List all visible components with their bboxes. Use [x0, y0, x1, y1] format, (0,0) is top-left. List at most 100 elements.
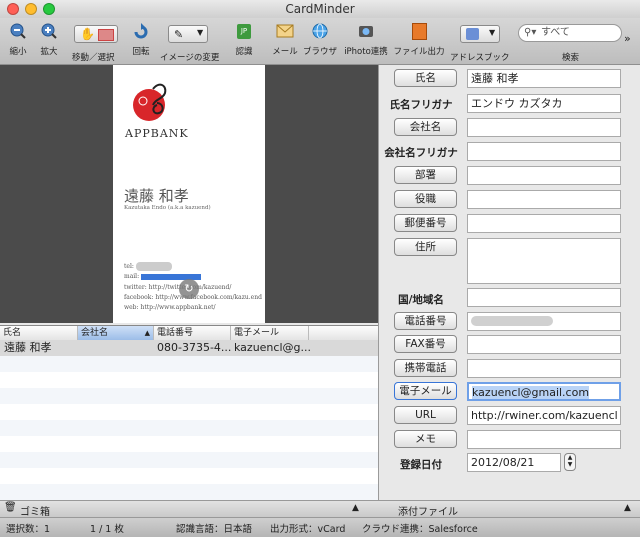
enlarge-button[interactable]: 拡大 [36, 22, 62, 62]
recognize-button[interactable]: JP 認識 [231, 22, 257, 62]
job-title-button[interactable]: 役職 [394, 190, 457, 208]
name-button[interactable]: 氏名 [394, 69, 457, 87]
mobile-button[interactable]: 携帯電話 [394, 359, 457, 377]
email-field[interactable]: kazuencl@gmail.com [467, 382, 621, 401]
toolbar-overflow-icon[interactable]: » [624, 32, 631, 45]
memo-button[interactable]: メモ [394, 430, 457, 448]
collapse-icon[interactable]: ▲ [352, 503, 359, 513]
bottom-bar: 🗑 ゴミ箱 ▲ 添付ファイル ▲ [0, 500, 640, 518]
date-stepper[interactable]: ▲ ▼ [564, 453, 576, 471]
registration-date-label: 登録日付 [400, 459, 442, 471]
shrink-button[interactable]: 縮小 [5, 22, 31, 62]
email-button[interactable]: 電子メール [394, 382, 457, 400]
column-email[interactable]: 電子メール [231, 326, 309, 340]
department-field[interactable] [467, 166, 621, 185]
rotate-button[interactable]: 回転 [128, 22, 154, 62]
company-button[interactable]: 会社名 [394, 118, 457, 136]
empty-row [0, 484, 378, 500]
fax-button[interactable]: FAX番号 [394, 335, 457, 353]
row-company [81, 340, 153, 356]
file-output-button[interactable]: ファイル出力 [394, 22, 445, 62]
empty-row [0, 356, 378, 372]
job-title-field[interactable] [467, 190, 621, 209]
empty-row [0, 420, 378, 436]
page-count: 1 / 1 枚 [90, 524, 124, 535]
image-change-label: イメージの変更 [160, 53, 220, 63]
registration-date-field[interactable]: 2012/08/21 [467, 453, 561, 472]
column-phone[interactable]: 電話番号 [154, 326, 231, 340]
memo-field[interactable] [467, 430, 621, 449]
country-field[interactable] [467, 288, 621, 307]
url-field[interactable]: http://rwiner.com/kazuencl [467, 406, 621, 425]
address-book-label: アドレスブック [450, 53, 510, 63]
rotate-overlay-icon[interactable]: ↻ [179, 279, 199, 299]
empty-row [0, 452, 378, 468]
empty-row [0, 388, 378, 404]
mail-button[interactable]: メール [272, 22, 298, 62]
attachments-label[interactable]: 添付ファイル [398, 503, 458, 518]
fax-field[interactable] [467, 335, 621, 354]
image-change-popup[interactable]: ✎ ▼ [168, 25, 208, 43]
browser-button[interactable]: ブラウザ [302, 22, 338, 62]
address-book-icon [466, 28, 479, 40]
selection-count: 選択数：1 [6, 524, 51, 535]
status-bar: 選択数：1 1 / 1 枚 認識言語：日本語 出力形式：vCard クラウド連携… [0, 517, 640, 537]
globe-icon [310, 22, 330, 40]
image-edit-icon: ✎ [174, 28, 184, 41]
card-twitter: twitter: http://twitter.com/kazuend/ [124, 284, 232, 291]
country-label: 国/地域名 [398, 294, 444, 306]
cloud-link: クラウド連携：Salesforce [362, 524, 478, 535]
name-kana-field[interactable]: エンドウ カズタカ [467, 94, 621, 113]
zoom-out-icon [8, 22, 28, 40]
sort-ascending-icon: ▲ [144, 329, 150, 337]
hand-icon[interactable]: ✋ [80, 27, 95, 41]
zip-button[interactable]: 郵便番号 [394, 214, 457, 232]
zoom-in-icon [39, 22, 59, 40]
department-button[interactable]: 部署 [394, 166, 457, 184]
output-format: 出力形式：vCard [270, 524, 346, 535]
recognition-language: 認識言語：日本語 [176, 524, 253, 535]
column-company[interactable]: 会社名 ▲ [78, 326, 154, 340]
title-bar: CardMinder [0, 0, 640, 19]
move-select-segment[interactable]: ✋ [74, 25, 118, 43]
phone-field[interactable] [467, 312, 621, 331]
phone-button[interactable]: 電話番号 [394, 312, 457, 330]
search-icon: ⚲▾ [524, 27, 537, 38]
phone-redacted [471, 316, 553, 326]
trash-label[interactable]: ゴミ箱 [20, 503, 50, 518]
card-tel: tel: [124, 262, 172, 271]
row-phone: 080-3735-4... [157, 341, 231, 354]
file-export-icon [409, 22, 429, 40]
zip-field[interactable] [467, 214, 621, 233]
move-select-label: 移動／選択 [72, 53, 115, 63]
company-kana-label: 会社名フリガナ [384, 147, 458, 159]
select-rect-icon[interactable] [98, 29, 114, 41]
url-button[interactable]: URL [394, 406, 457, 424]
mobile-field[interactable] [467, 359, 621, 378]
card-romaji: Kazutaka Endo (a.k.a kazuend) [124, 205, 211, 211]
table-row[interactable]: 遠藤 和孝 080-3735-4... kazuencl@g... [0, 340, 378, 356]
name-kana-label: 氏名フリガナ [389, 99, 453, 111]
iphoto-button[interactable]: iPhoto連携 [344, 22, 388, 62]
chevron-down-icon: ▼ [197, 28, 204, 37]
card-list-header: 氏名 会社名 ▲ 電話番号 電子メール [0, 325, 378, 341]
trash-icon: 🗑 [4, 502, 17, 513]
attachments-toggle-icon[interactable]: ▲ [624, 503, 631, 513]
business-card-image[interactable]: APPBANK 遠藤 和孝 Kazutaka Endo (a.k.a kazue… [113, 65, 265, 323]
company-field[interactable] [467, 118, 621, 137]
chevron-down-icon: ▼ [489, 28, 496, 37]
address-field[interactable] [467, 238, 621, 284]
column-name[interactable]: 氏名 [0, 326, 78, 340]
iphoto-icon [356, 22, 376, 40]
search-label: 検索 [562, 53, 580, 63]
name-field[interactable]: 遠藤 和孝 [467, 69, 621, 88]
address-button[interactable]: 住所 [394, 238, 457, 256]
company-kana-field[interactable] [467, 142, 621, 161]
ocr-icon: JP [234, 22, 254, 40]
row-email: kazuencl@g... [234, 341, 311, 354]
window-title: CardMinder [285, 2, 355, 16]
rotate-icon [131, 22, 151, 40]
address-book-popup[interactable]: ▼ [460, 25, 500, 43]
card-list: 遠藤 和孝 080-3735-4... kazuencl@g... [0, 340, 378, 500]
card-name: 遠藤 和孝 [124, 187, 189, 205]
